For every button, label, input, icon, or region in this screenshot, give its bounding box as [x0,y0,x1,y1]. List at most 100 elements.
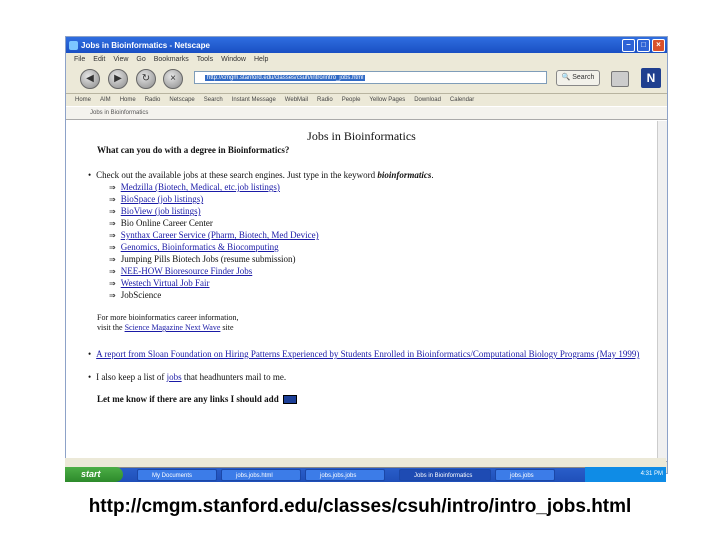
contact-line: Let me know if there are any links I sho… [97,394,297,405]
job-link[interactable]: Genomics, Bioinformatics & Biocomputing [121,242,279,252]
headhunt-text: I also keep a list of [96,372,167,382]
bookmark-item[interactable]: Home [75,97,91,103]
career-info: For more bioinformatics career informati… [97,313,239,333]
job-list-item: ⇒ NEE-HOW Bioresource Finder Jobs [109,266,252,276]
bookmark-item[interactable]: People [342,97,361,103]
bookmark-item[interactable]: Radio [317,97,333,103]
page-title: Jobs in Bioinformatics [307,129,416,143]
job-text: Bio Online Career Center [120,218,213,228]
menu-bar: File Edit View Go Bookmarks Tools Window… [66,53,667,65]
job-list-item: ⇒ Bio Online Career Center [109,218,213,228]
science-next-wave-link[interactable]: Science Magazine Next Wave [125,323,221,332]
job-text: Jumping Pills Biotech Jobs (resume submi… [120,254,296,264]
stop-icon[interactable]: × [163,69,183,89]
arrow-bullet-icon: ⇒ [109,255,116,264]
bookmark-item[interactable]: Calendar [450,97,474,103]
bullet-icon: • [88,372,92,382]
bookmark-item[interactable]: Search [204,97,223,103]
menu-go[interactable]: Go [136,56,145,63]
navigation-toolbar: ◀ ▶ ↻ × http://cmgm.stanford.edu/classes… [66,65,667,94]
print-icon[interactable] [611,71,629,87]
job-link[interactable]: Westech Virtual Job Fair [121,278,210,288]
forward-icon[interactable]: ▶ [108,69,128,89]
contact-text: Let me know if there are any links I sho… [97,394,279,404]
menu-window[interactable]: Window [221,56,246,63]
menu-tools[interactable]: Tools [197,56,213,63]
job-list-item: ⇒ Jumping Pills Biotech Jobs (resume subm… [109,254,295,264]
vertical-scrollbar[interactable] [657,121,667,461]
page-question: What can you do with a degree in Bioinfo… [97,145,290,155]
search-label: Search [572,74,595,81]
url-input[interactable]: http://cmgm.stanford.edu/classes/csuh/in… [194,71,547,84]
quick-launch-bar [65,458,666,468]
bookmark-item[interactable]: Netscape [169,97,194,103]
window-title: Jobs in Bioinformatics - Netscape [81,40,210,50]
bookmark-item[interactable]: Download [414,97,441,103]
job-link[interactable]: BioSpace (job listings) [121,194,204,204]
bookmark-item[interactable]: Radio [145,97,161,103]
job-list-item: ⇒ BioSpace (job listings) [109,194,203,204]
page-content: Jobs in Bioinformatics What can you do w… [66,121,657,461]
netscape-window-icon [69,40,78,50]
taskbar-item[interactable]: jobs.jobs.jobs [305,469,385,481]
bookmark-item[interactable]: Instant Message [232,97,276,103]
intro-paragraph: • Check out the available jobs at these s… [88,170,434,180]
sloan-report-link[interactable]: A report from Sloan Foundation on Hiring… [96,349,639,359]
report-item: • A report from Sloan Foundation on Hirin… [88,349,648,359]
career-text: visit the [97,323,125,332]
menu-bookmarks[interactable]: Bookmarks [154,56,189,63]
tab-strip: Jobs in Bioinformatics [66,107,667,120]
back-icon[interactable]: ◀ [80,69,100,89]
menu-file[interactable]: File [74,56,85,63]
job-list-item: ⇒ JobScience [109,290,161,300]
menu-view[interactable]: View [113,56,128,63]
bookmarks-toolbar: Home AIM Home Radio Netscape Search Inst… [66,94,667,106]
clock: 4:31 PM [640,471,663,477]
bookmark-item[interactable]: AIM [100,97,111,103]
close-button[interactable]: × [652,38,665,52]
arrow-bullet-icon: ⇒ [109,243,116,252]
start-button[interactable]: start [65,467,123,482]
netscape-logo: N [641,68,661,88]
menu-help[interactable]: Help [254,56,268,63]
url-text: http://cmgm.stanford.edu/classes/csuh/in… [205,75,366,81]
intro-end: . [431,170,434,180]
system-tray: 4:31 PM [585,467,666,482]
job-list-item: ⇒ Medzilla (Biotech, Medical, etc.job lis… [109,182,280,192]
arrow-bullet-icon: ⇒ [109,291,116,300]
headhunter-jobs-link[interactable]: jobs [167,372,182,382]
search-icon: 🔍 [561,74,571,81]
search-button[interactable]: 🔍 Search [556,70,600,86]
page-tab[interactable]: Jobs in Bioinformatics [90,110,148,116]
bookmark-item[interactable]: Home [120,97,136,103]
taskbar-item[interactable]: My Documents [137,469,217,481]
taskbar-item-active[interactable]: Jobs in Bioinformatics [399,469,491,481]
mail-icon[interactable] [282,395,297,405]
job-list-item: ⇒ Genomics, Bioinformatics & Biocomputing [109,242,279,252]
browser-window: Jobs in Bioinformatics - Netscape – □ × … [65,36,668,474]
job-link[interactable]: NEE-HOW Bioresource Finder Jobs [121,266,253,276]
bookmark-item[interactable]: Yellow Pages [369,97,405,103]
intro-keyword: bioinformatics [377,170,432,180]
maximize-button[interactable]: □ [637,38,650,52]
title-bar: Jobs in Bioinformatics - Netscape – □ × [66,37,667,53]
job-link[interactable]: Synthax Career Service (Pharm, Biotech, … [121,230,319,240]
job-link[interactable]: BioView (job listings) [121,206,201,216]
menu-edit[interactable]: Edit [93,56,105,63]
slide-caption: http://cmgm.stanford.edu/classes/csuh/in… [88,496,632,517]
taskbar-item[interactable]: jobs.jobs [495,469,555,481]
bookmark-item[interactable]: WebMail [285,97,308,103]
arrow-bullet-icon: ⇒ [109,195,116,204]
bullet-icon: • [88,349,92,359]
reload-icon[interactable]: ↻ [136,69,156,89]
arrow-bullet-icon: ⇒ [109,207,116,216]
career-line: For more bioinformatics career informati… [97,313,239,322]
minimize-button[interactable]: – [622,38,635,52]
headhunter-item: • I also keep a list of jobs that headhun… [88,372,286,382]
arrow-bullet-icon: ⇒ [109,183,116,192]
job-list-item: ⇒ Synthax Career Service (Pharm, Biotech,… [109,230,319,240]
job-link[interactable]: Medzilla (Biotech, Medical, etc.job list… [121,182,280,192]
taskbar-item[interactable]: jobs.jobs.html [221,469,301,481]
windows-taskbar: start My Documents jobs.jobs.html jobs.j… [65,458,666,482]
page-tab-label: Jobs in Bioinformatics [90,110,149,116]
